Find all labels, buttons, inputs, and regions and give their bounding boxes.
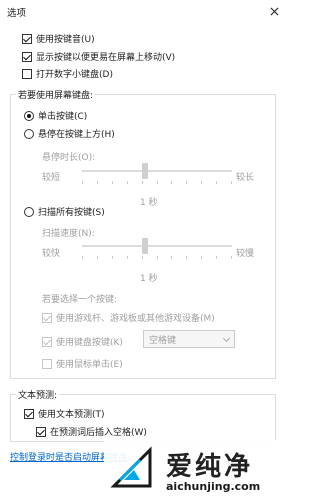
- slider-tick: [157, 181, 158, 184]
- slider-tick: [186, 256, 187, 259]
- close-icon: [270, 7, 278, 15]
- show-keys-checkbox[interactable]: [22, 51, 32, 62]
- slider-tick: [112, 181, 113, 184]
- keyboard-key-label: 使用键盘按键(K): [56, 338, 123, 348]
- slider-tick: [127, 181, 128, 184]
- chevron-down-icon: [222, 334, 231, 343]
- numpad-option[interactable]: 打开数字小键盘(D): [22, 67, 113, 80]
- slider-track: [82, 170, 232, 172]
- numpad-label: 打开数字小键盘(D): [36, 70, 113, 80]
- close-button[interactable]: [261, 0, 287, 22]
- gamepad-checkbox[interactable]: [42, 312, 52, 323]
- numpad-checkbox[interactable]: [22, 68, 32, 79]
- slider-tick: [201, 256, 202, 259]
- keyboard-key-value: 空格键: [149, 335, 177, 346]
- keyboard-key-select[interactable]: 空格键: [143, 330, 235, 348]
- watermark-brand: 爱纯净: [166, 452, 254, 482]
- slider-tick: [142, 256, 143, 259]
- insert-space-option[interactable]: 在预测词后插入空格(W): [36, 425, 147, 438]
- use-keys-legend: 若要使用屏幕键盘:: [16, 88, 96, 101]
- keyboard-key-option[interactable]: 使用键盘按键(K): [42, 335, 123, 348]
- scan-keys-option[interactable]: 扫描所有按键(S): [24, 205, 105, 218]
- insert-space-checkbox[interactable]: [36, 426, 46, 437]
- show-keys-label: 显示按键以便更易在屏幕上移动(V): [36, 53, 176, 63]
- mouse-click-option[interactable]: 使用鼠标单击(E): [42, 357, 123, 370]
- scan-keys-radio[interactable]: [24, 206, 34, 217]
- slider-tick: [157, 256, 158, 259]
- key-sound-option[interactable]: 使用按键音(U): [22, 32, 95, 45]
- slider-tick: [216, 181, 217, 184]
- text-prediction-legend: 文本预测:: [16, 388, 60, 401]
- gamepad-option[interactable]: 使用游戏杆、游戏板或其他游戏设备(M): [42, 311, 215, 324]
- show-keys-option[interactable]: 显示按键以便更易在屏幕上移动(V): [22, 50, 175, 63]
- hover-short-label: 较短: [42, 173, 61, 183]
- scan-value: 1 秒: [140, 274, 158, 284]
- key-sound-label: 使用按键音(U): [36, 35, 95, 45]
- slider-tick: [231, 256, 232, 259]
- slider-tick: [231, 181, 232, 184]
- scan-slow-label: 较慢: [236, 249, 255, 259]
- hover-keys-option[interactable]: 悬停在按键上方(H): [24, 127, 115, 140]
- slider-tick: [97, 181, 98, 184]
- hover-value: 1 秒: [140, 198, 158, 208]
- mouse-click-checkbox[interactable]: [42, 358, 52, 369]
- scan-keys-label: 扫描所有按键(S): [38, 208, 105, 218]
- key-sound-checkbox[interactable]: [22, 33, 32, 44]
- slider-tick: [82, 181, 83, 184]
- slider-thumb[interactable]: [142, 163, 148, 179]
- scan-speed-slider[interactable]: [82, 238, 232, 259]
- slider-tick: [171, 256, 172, 259]
- select-key-label: 若要选择一个按键:: [42, 295, 118, 305]
- slider-tick: [142, 181, 143, 184]
- slider-tick: [171, 181, 172, 184]
- slider-tick: [97, 256, 98, 259]
- mouse-click-label: 使用鼠标单击(E): [56, 360, 123, 370]
- hover-duration-label: 悬停时长(O):: [42, 153, 96, 163]
- use-prediction-checkbox[interactable]: [24, 408, 34, 419]
- window-title: 选项: [7, 8, 27, 19]
- click-keys-option[interactable]: 单击按键(C): [24, 109, 87, 122]
- watermark-url: aichunjing.com: [166, 480, 261, 493]
- click-keys-radio[interactable]: [24, 110, 34, 121]
- slider-tick: [201, 181, 202, 184]
- hover-keys-label: 悬停在按键上方(H): [38, 130, 115, 140]
- watermark-logo-icon: [110, 446, 152, 488]
- slider-tick: [82, 256, 83, 259]
- keyboard-key-checkbox[interactable]: [42, 336, 52, 347]
- slider-tick: [186, 181, 187, 184]
- slider-tick: [127, 256, 128, 259]
- hover-keys-radio[interactable]: [24, 128, 34, 139]
- watermark: 爱纯净 aichunjing.com: [104, 440, 287, 500]
- slider-tick: [216, 256, 217, 259]
- title-bar: 选项: [0, 0, 287, 22]
- use-prediction-label: 使用文本预测(T): [38, 410, 105, 420]
- slider-track: [82, 245, 232, 247]
- hover-long-label: 较长: [236, 173, 255, 183]
- gamepad-label: 使用游戏杆、游戏板或其他游戏设备(M): [56, 314, 215, 324]
- hover-duration-slider[interactable]: [82, 163, 232, 184]
- slider-thumb[interactable]: [142, 238, 148, 254]
- slider-tick: [112, 256, 113, 259]
- insert-space-label: 在预测词后插入空格(W): [50, 428, 147, 438]
- use-prediction-option[interactable]: 使用文本预测(T): [24, 407, 105, 420]
- scan-fast-label: 较快: [42, 249, 61, 259]
- click-keys-label: 单击按键(C): [38, 112, 88, 122]
